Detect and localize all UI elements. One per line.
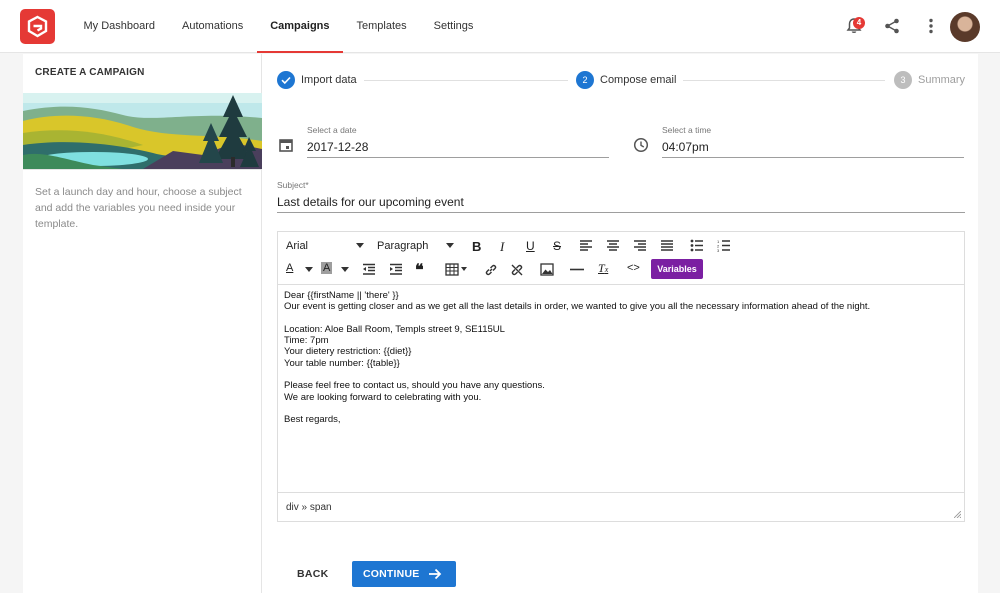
italic-icon[interactable]: I [500,239,504,255]
subject-underline [277,212,965,213]
svg-text:3: 3 [717,248,720,252]
align-right-icon[interactable] [633,239,647,252]
editor-line: We are looking forward to celebrating wi… [284,391,482,403]
date-underline [307,157,609,158]
arrow-right-icon [429,568,442,580]
sidebar-description: Set a launch day and hour, choose a subj… [35,186,242,230]
editor-line: Dear {{firstName || 'there' }} [284,290,399,301]
step-connector-1 [364,80,568,81]
align-center-icon[interactable] [606,239,620,252]
share-button[interactable] [882,16,902,36]
indent-icon[interactable] [389,263,403,276]
strikethrough-icon[interactable]: S [553,239,561,253]
step-2-number[interactable]: 2 [576,71,594,89]
nav-item-settings[interactable]: Settings [420,0,487,53]
editor-line [284,369,958,380]
unlink-icon[interactable] [510,263,524,277]
date-label: Select a date [307,125,357,135]
compose-panel: Import data 2 Compose email 3 Summary Se… [262,54,978,593]
subject-label: Subject* [277,180,309,190]
stepper: Import data 2 Compose email 3 Summary [262,54,978,106]
share-icon [885,18,899,34]
editor-line: Time: 7pm [284,335,329,347]
font-family-select[interactable]: Arial [286,240,308,252]
caret-down-icon[interactable] [356,243,364,249]
sidebar-title: CREATE A CAMPAIGN [35,67,145,78]
link-icon[interactable] [484,263,498,277]
editor-line: Location: Aloe Ball Room, Templs street … [284,323,505,335]
editor-line [284,403,958,414]
time-input[interactable]: 04:07pm [662,140,709,154]
background-color-icon[interactable]: A [321,262,333,274]
editor-line: Please feel free to contact us, should y… [284,380,545,392]
numbered-list-icon[interactable]: 1 2 3 [717,239,731,252]
caret-down-icon[interactable] [461,267,467,272]
table-icon[interactable] [445,263,459,276]
nav-item-campaigns[interactable]: Campaigns [256,0,344,53]
back-button[interactable]: BACK [297,568,329,580]
underline-icon[interactable]: U [526,239,535,253]
editor-content[interactable]: Dear {{firstName || 'there' }} Our event … [278,284,964,492]
outdent-icon[interactable] [362,263,376,276]
app-logo[interactable] [20,9,55,44]
landscape-illustration [23,93,262,169]
step-1-label: Import data [301,74,357,86]
caret-down-icon[interactable] [446,243,454,249]
sidebar-divider [23,169,262,170]
source-code-icon[interactable]: <> [627,262,640,274]
subject-input[interactable]: Last details for our upcoming event [277,195,464,209]
continue-label: CONTINUE [363,568,420,580]
nav-item-my-dashboard[interactable]: My Dashboard [70,0,169,53]
variables-button[interactable]: Variables [651,259,703,279]
editor-line: Your dietery restriction: {{diet}} [284,346,412,358]
clock-icon [633,137,649,153]
user-avatar[interactable] [950,12,980,42]
clear-formatting-icon[interactable]: Tx [598,261,608,276]
calendar-icon [279,139,293,152]
caret-down-icon[interactable] [341,267,349,273]
bullet-list-icon[interactable] [690,239,704,252]
step-2-label: Compose email [600,74,677,86]
step-1-complete[interactable] [277,71,295,89]
step-3-label: Summary [918,74,966,86]
align-left-icon[interactable] [579,239,593,252]
resize-handle-icon[interactable] [954,511,961,518]
continue-button[interactable]: CONTINUE [352,561,456,587]
main-nav: My Dashboard Automations Campaigns Templ… [70,0,487,53]
bold-icon[interactable]: B [472,239,481,254]
editor-statusbar: div » span [278,492,964,521]
blockquote-icon[interactable]: ❝ [415,260,424,280]
step-3-number[interactable]: 3 [894,71,912,89]
logo-mark-icon [27,15,48,38]
element-path: div » span [286,502,332,513]
text-color-icon[interactable]: A [286,262,293,274]
align-justify-icon[interactable] [660,239,674,252]
nav-item-templates[interactable]: Templates [343,0,420,53]
editor-line: Your table number: {{table}} [284,357,400,369]
editor-toolbar: Arial Paragraph B I U S 1 2 3 A A ❝ Tx <… [278,232,964,284]
caret-down-icon[interactable] [305,267,313,273]
more-options-button[interactable] [921,16,941,36]
rich-text-editor: Arial Paragraph B I U S 1 2 3 A A ❝ Tx <… [277,231,965,522]
time-label: Select a time [662,125,712,135]
editor-line [284,313,958,324]
editor-line: Best regards, [284,414,341,426]
top-app-bar: My Dashboard Automations Campaigns Templ… [0,0,1000,53]
sidebar: CREATE A CAMPAIGN Set a launch day and h… [23,54,262,593]
time-underline [662,157,964,158]
image-icon[interactable] [540,263,554,276]
notification-badge: 4 [853,17,865,29]
block-format-select[interactable]: Paragraph [377,240,428,252]
nav-item-automations[interactable]: Automations [169,0,257,53]
horizontal-rule-icon[interactable] [570,268,584,271]
step-connector-2 [683,80,885,81]
check-icon [281,76,291,85]
date-input[interactable]: 2017-12-28 [307,140,368,154]
more-vert-icon [929,18,933,34]
editor-line: Our event is getting closer and as we ge… [284,301,871,313]
